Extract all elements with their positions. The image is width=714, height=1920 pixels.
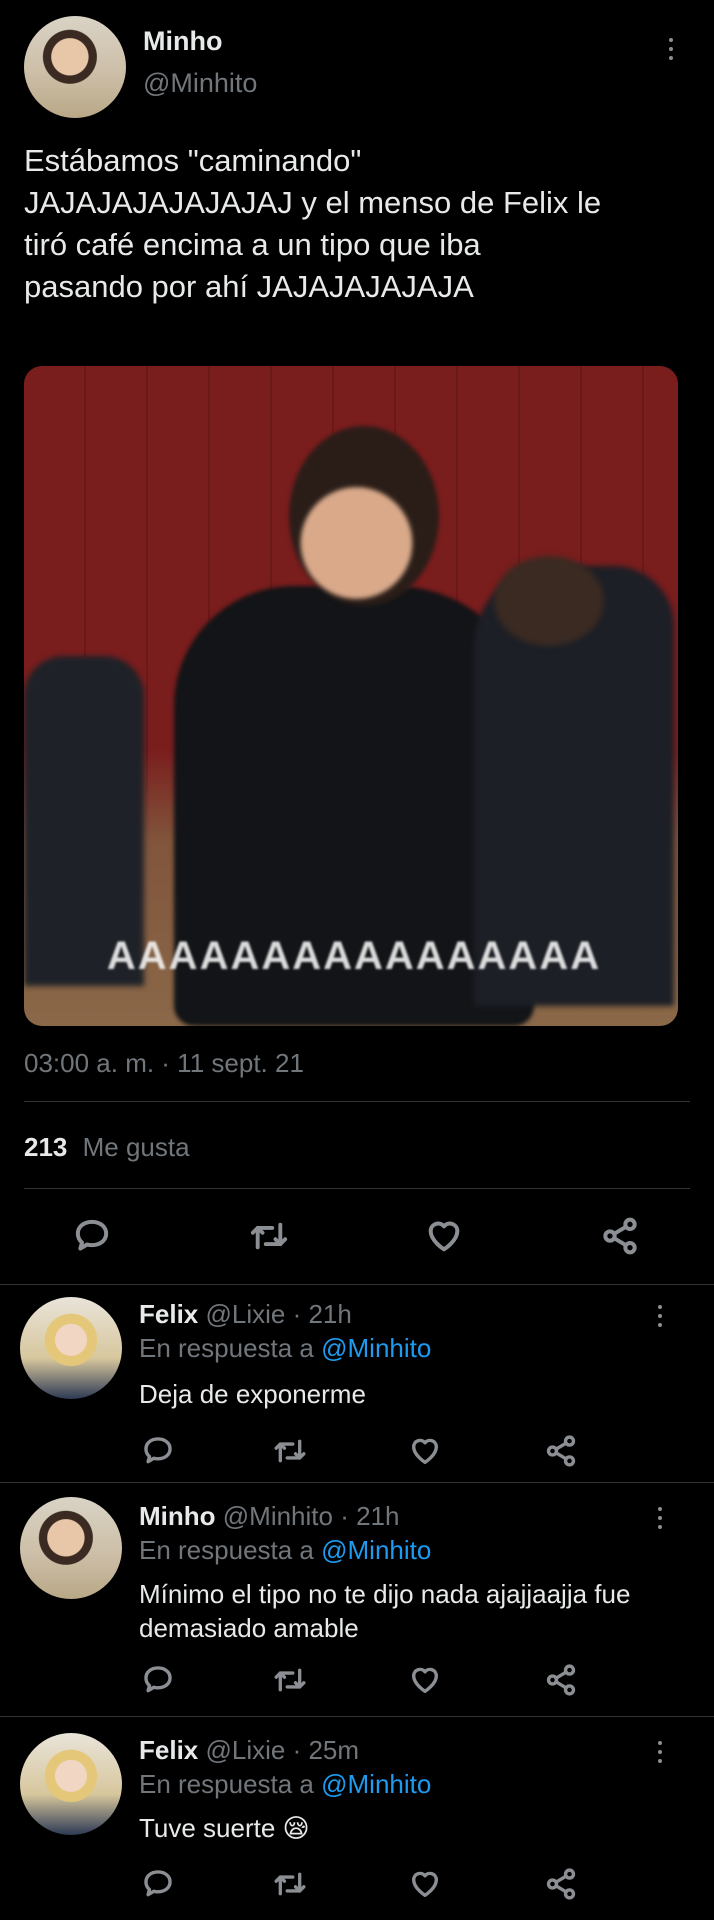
reply-author-name[interactable]: Felix: [139, 1735, 198, 1765]
media-caption: AAAAAAAAAAAAAAAA: [106, 934, 602, 978]
reply-avatar[interactable]: [20, 1297, 122, 1399]
likes-count: 213: [24, 1132, 68, 1162]
reply-header: Felix @Lixie · 21h: [139, 1299, 352, 1330]
reply-author-name[interactable]: Felix: [139, 1299, 198, 1329]
like-icon[interactable]: [408, 1434, 442, 1473]
divider: [24, 1188, 690, 1189]
author-handle[interactable]: @Minhito: [143, 68, 257, 99]
more-options-icon[interactable]: [658, 1507, 662, 1529]
tweet-text-line: pasando por ahí JAJAJAJAJAJA: [24, 269, 474, 304]
reply-avatar[interactable]: [20, 1733, 122, 1835]
reply-text: Deja de exponerme: [139, 1377, 366, 1411]
retweet-icon[interactable]: [272, 1867, 308, 1906]
reply-tweet[interactable]: Felix @Lixie · 21h En respuesta a @Minhi…: [0, 1285, 714, 1481]
tweet-text: Estábamos "caminando" JAJAJAJAJAJAJAJ y …: [24, 140, 601, 308]
reply-header: Felix @Lixie · 25m: [139, 1735, 359, 1766]
author-avatar[interactable]: [24, 16, 126, 118]
more-options-icon[interactable]: [658, 1741, 662, 1763]
reply-tweet[interactable]: Felix @Lixie · 25m En respuesta a @Minhi…: [0, 1717, 714, 1920]
reply-context-prefix: En respuesta a: [139, 1535, 314, 1565]
reply-icon[interactable]: [141, 1867, 175, 1906]
reply-icon[interactable]: [72, 1216, 112, 1261]
retweet-icon[interactable]: [272, 1663, 308, 1702]
tweet-timestamp[interactable]: 03:00 a. m. · 11 sept. 21: [24, 1048, 304, 1079]
reply-context: En respuesta a @Minhito: [139, 1333, 431, 1364]
reply-icon[interactable]: [141, 1663, 175, 1702]
reply-context-mention[interactable]: @Minhito: [321, 1769, 431, 1799]
reply-author-handle[interactable]: @Minhito: [223, 1501, 333, 1531]
reply-text-line: Deja de exponerme: [139, 1379, 366, 1409]
like-icon[interactable]: [424, 1216, 464, 1261]
reply-header: Minho @Minhito · 21h: [139, 1501, 399, 1532]
reply-text: Tuve suerte 😪: [139, 1811, 310, 1845]
reply-author-handle[interactable]: @Lixie: [205, 1299, 285, 1329]
tweet-text-line: JAJAJAJAJAJAJAJ y el menso de Felix le: [24, 185, 602, 220]
reply-tweet[interactable]: Minho @Minhito · 21h En respuesta a @Min…: [0, 1483, 714, 1715]
divider: [24, 1101, 690, 1102]
like-icon[interactable]: [408, 1867, 442, 1906]
reply-avatar[interactable]: [20, 1497, 122, 1599]
share-icon[interactable]: [600, 1216, 640, 1261]
author-name[interactable]: Minho: [143, 26, 222, 57]
retweet-icon[interactable]: [248, 1216, 290, 1261]
reply-time: · 25m: [292, 1735, 360, 1765]
likes-count-row[interactable]: 213 Me gusta: [24, 1132, 190, 1163]
reply-context: En respuesta a @Minhito: [139, 1769, 431, 1800]
reply-text-line: demasiado amable: [139, 1613, 359, 1643]
reply-context: En respuesta a @Minhito: [139, 1535, 431, 1566]
share-icon[interactable]: [544, 1867, 578, 1906]
reply-context-mention[interactable]: @Minhito: [321, 1535, 431, 1565]
tweet-text-line: tiró café encima a un tipo que iba: [24, 227, 481, 262]
reply-context-prefix: En respuesta a: [139, 1769, 314, 1799]
reply-text-line: Tuve suerte 😪: [139, 1813, 310, 1843]
tweet-text-line: Estábamos "caminando": [24, 143, 362, 178]
tweet-media-image[interactable]: AAAAAAAAAAAAAAAA: [24, 366, 678, 1026]
more-options-icon[interactable]: [669, 38, 673, 60]
media-person-center-head: [289, 426, 439, 606]
reply-text-line: Mínimo el tipo no te dijo nada ajajjaajj…: [139, 1579, 631, 1609]
share-icon[interactable]: [544, 1663, 578, 1702]
more-options-icon[interactable]: [658, 1305, 662, 1327]
reply-author-handle[interactable]: @Lixie: [205, 1735, 285, 1765]
reply-author-name[interactable]: Minho: [139, 1501, 216, 1531]
reply-context-prefix: En respuesta a: [139, 1333, 314, 1363]
likes-label: Me gusta: [82, 1132, 190, 1162]
media-person-right-head: [494, 556, 604, 646]
like-icon[interactable]: [408, 1663, 442, 1702]
reply-text: Mínimo el tipo no te dijo nada ajajjaajj…: [139, 1577, 630, 1645]
reply-context-mention[interactable]: @Minhito: [321, 1333, 431, 1363]
share-icon[interactable]: [544, 1434, 578, 1473]
reply-time: · 21h: [340, 1501, 400, 1531]
reply-time: · 21h: [292, 1299, 352, 1329]
reply-icon[interactable]: [141, 1434, 175, 1473]
retweet-icon[interactable]: [272, 1434, 308, 1473]
